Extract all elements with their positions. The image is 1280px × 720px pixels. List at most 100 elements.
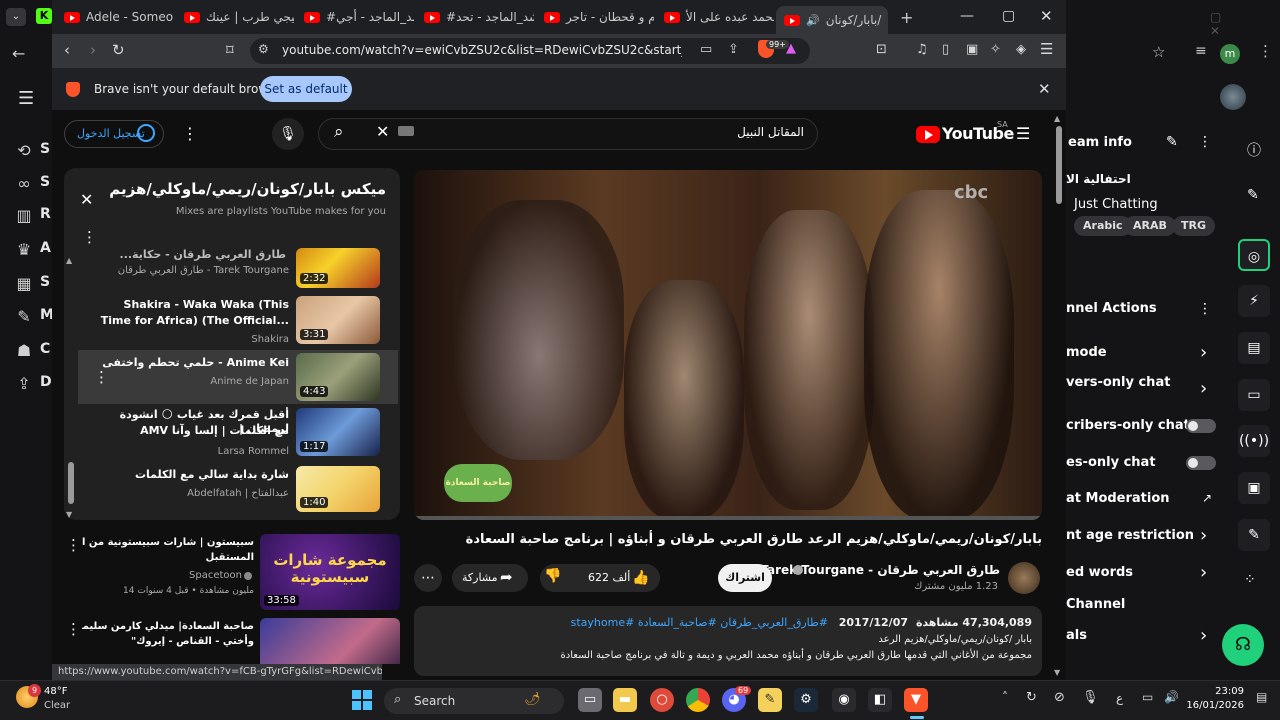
sign-in-button[interactable]: تسجيل الدخول xyxy=(64,120,164,148)
new-tab-button[interactable]: + xyxy=(900,8,913,27)
progress-bar[interactable] xyxy=(414,516,1042,520)
cast-icon[interactable]: ▭ xyxy=(700,42,712,57)
bg-profile-icon[interactable]: m xyxy=(1220,44,1240,64)
info-icon[interactable]: ⓘ xyxy=(1247,140,1261,160)
wallet-icon[interactable]: ▣ xyxy=(966,42,978,57)
action-item[interactable]: vers-only chat xyxy=(1066,375,1170,390)
camera-icon[interactable]: ◎ xyxy=(1238,239,1270,271)
video-player[interactable]: cbc صاحبة السعادة xyxy=(414,170,1042,520)
action-item[interactable]: at Moderation xyxy=(1066,491,1170,506)
scroll-down-icon[interactable]: ▼ xyxy=(66,510,72,519)
share-button[interactable]: مشاركة ➦ xyxy=(452,564,528,592)
grid-icon[interactable]: ▦ xyxy=(14,274,34,294)
tab-active[interactable]: 🔊 بابار/كونان/ ✕ xyxy=(776,6,888,34)
settings-dots-icon[interactable]: ⋮ xyxy=(182,124,198,143)
taskbar-search[interactable]: ⌕ Search 🌶 xyxy=(384,688,564,714)
toggle-switch[interactable] xyxy=(1186,456,1216,470)
chevron-right-icon[interactable]: › xyxy=(1200,342,1216,363)
playlist-item-hovered[interactable]: ⋮ Anime Kei - حلمي تحطم واختفى Anime de … xyxy=(78,350,398,404)
users-icon[interactable]: ☗ xyxy=(14,341,34,361)
tab-adele[interactable]: Adele - Someone xyxy=(64,6,174,28)
pen-icon[interactable]: ✎ xyxy=(1247,187,1259,203)
toggle-switch[interactable] xyxy=(1186,419,1216,433)
tab-search-button[interactable]: ⌄ xyxy=(6,8,26,26)
recommended-video[interactable]: ⋮ سبيستون | شارات سبيستونية من اختيار شب… xyxy=(64,534,400,614)
speaker-icon[interactable]: 🔊 xyxy=(806,14,820,27)
task-view-icon[interactable]: ▭ xyxy=(578,688,602,712)
chart-icon[interactable]: ▥ xyxy=(14,206,34,226)
close-tab-icon[interactable]: ✕ xyxy=(887,13,888,27)
forward-icon[interactable]: › xyxy=(90,41,96,59)
opera-gx-icon[interactable]: ○ xyxy=(650,688,674,712)
share-icon[interactable]: ⇪ xyxy=(728,42,739,57)
screenshot-icon[interactable]: ⊡ xyxy=(876,42,887,57)
playlist-scrollbar[interactable] xyxy=(68,462,74,504)
keyboard-icon[interactable] xyxy=(398,126,414,136)
tab-rashed-1[interactable]: #راشد_الماجد - أجي xyxy=(304,6,414,28)
description-box[interactable]: 47,304,089 مشاهدة 2017/12/07 #طارق_العرب… xyxy=(414,606,1042,676)
tag-pill[interactable]: Arabic xyxy=(1074,216,1132,236)
back-icon[interactable]: ‹ xyxy=(64,41,70,59)
lightning-icon[interactable]: ⚡ xyxy=(1238,285,1270,317)
subscribe-button[interactable]: اشتراك xyxy=(718,564,772,592)
external-link-icon[interactable]: ↗ xyxy=(1202,491,1212,505)
maximize-button[interactable]: ▢ xyxy=(1002,8,1015,24)
apps-icon[interactable]: ⁘ xyxy=(1244,572,1256,588)
stream-icon[interactable]: ⟲ xyxy=(14,141,34,161)
close-playlist-icon[interactable]: ✕ xyxy=(80,190,93,209)
clear-search-icon[interactable]: ✕ xyxy=(376,122,389,141)
close-window-button[interactable]: ✕ xyxy=(1040,7,1053,25)
action-item[interactable]: nt age restriction xyxy=(1066,528,1194,543)
close-infobar-icon[interactable]: ✕ xyxy=(1038,80,1051,98)
playlist-item[interactable]: شارة بداية سالي مع الكلمات Abdelfatah | … xyxy=(80,464,398,514)
document-icon[interactable]: ▤ xyxy=(1238,332,1270,364)
bookmark-icon[interactable]: ⌑ xyxy=(226,41,234,59)
network-icon[interactable]: ▭ xyxy=(1142,690,1153,704)
action-item[interactable]: cribers-only chat xyxy=(1066,418,1190,433)
item-more-icon[interactable]: ⋮ xyxy=(66,536,81,554)
streamer-avatar[interactable] xyxy=(1220,84,1246,110)
trophy-icon[interactable]: ♛ xyxy=(14,240,34,260)
tray-overflow-icon[interactable]: ˄ xyxy=(1002,690,1008,704)
youtube-logo-icon[interactable] xyxy=(916,126,940,143)
brave-taskbar-icon[interactable]: ▼ xyxy=(904,688,928,712)
headset-icon[interactable]: ☊ xyxy=(1222,624,1264,666)
scroll-down-icon[interactable]: ▼ xyxy=(1054,668,1060,677)
notifications-icon[interactable]: ▤ xyxy=(1256,690,1267,704)
page-scrollbar[interactable] xyxy=(1056,126,1062,204)
tab-rashed-2[interactable]: #راشد_الماجد - تحد xyxy=(424,6,534,28)
action-item[interactable]: als xyxy=(1066,628,1087,643)
action-item[interactable]: Channel xyxy=(1066,597,1125,612)
chevron-right-icon[interactable]: › xyxy=(1200,525,1216,546)
playlist-more-icon[interactable]: ⋮ xyxy=(82,228,97,246)
broadcast-icon[interactable]: ((•)) xyxy=(1238,425,1270,457)
action-item[interactable]: ed words xyxy=(1066,565,1133,580)
wrench-icon[interactable]: ✎ xyxy=(14,307,34,327)
file-explorer-icon[interactable]: ▬ xyxy=(613,688,637,712)
notes-icon[interactable]: ✎ xyxy=(758,688,782,712)
like-button[interactable]: 622 ألف 👍 xyxy=(580,564,660,592)
music-icon[interactable]: ♫ xyxy=(916,42,928,57)
hamburger-icon[interactable]: ☰ xyxy=(18,88,34,109)
scroll-up-icon[interactable]: ▲ xyxy=(66,256,72,265)
edit-icon[interactable]: ✎ xyxy=(1166,134,1178,150)
sidebar-icon[interactable]: ▯ xyxy=(942,42,949,57)
hashtags[interactable]: #طارق_العربي_طرقان #صاحبة_السعادة #stayh… xyxy=(571,616,828,629)
obs-icon[interactable]: ◉ xyxy=(832,688,856,712)
site-settings-icon[interactable]: ⚙ xyxy=(258,42,269,56)
tag-pill[interactable]: TRG xyxy=(1172,216,1216,236)
recommended-video[interactable]: ⋮ صاحبة السعادة| ميدلي كارمن سليمان "أنا… xyxy=(64,618,400,664)
clock-date[interactable]: 16/01/2026 xyxy=(1182,700,1244,711)
chat-icon[interactable]: ▭ xyxy=(1238,379,1270,411)
minimize-button[interactable]: — xyxy=(960,8,974,24)
more-actions-icon[interactable]: ⋯ xyxy=(414,564,442,592)
layout-icon[interactable]: ▣ xyxy=(1238,472,1270,504)
tab-mohammed-abdu[interactable]: محمد عبده على الأ xyxy=(664,6,774,28)
more-icon[interactable]: ⋮ xyxy=(1198,301,1212,317)
camera-off-icon[interactable]: ⊘ xyxy=(1054,690,1065,705)
url-text[interactable]: youtube.com/watch?v=ewiCvbZSU2c&list=RDe… xyxy=(282,43,682,57)
wrench-icon[interactable]: ✎ xyxy=(1238,519,1270,551)
background-tab-green[interactable]: K xyxy=(36,8,52,24)
filter-icon[interactable]: ≡ xyxy=(1195,43,1207,59)
upload-icon[interactable]: ⇪ xyxy=(14,374,34,394)
